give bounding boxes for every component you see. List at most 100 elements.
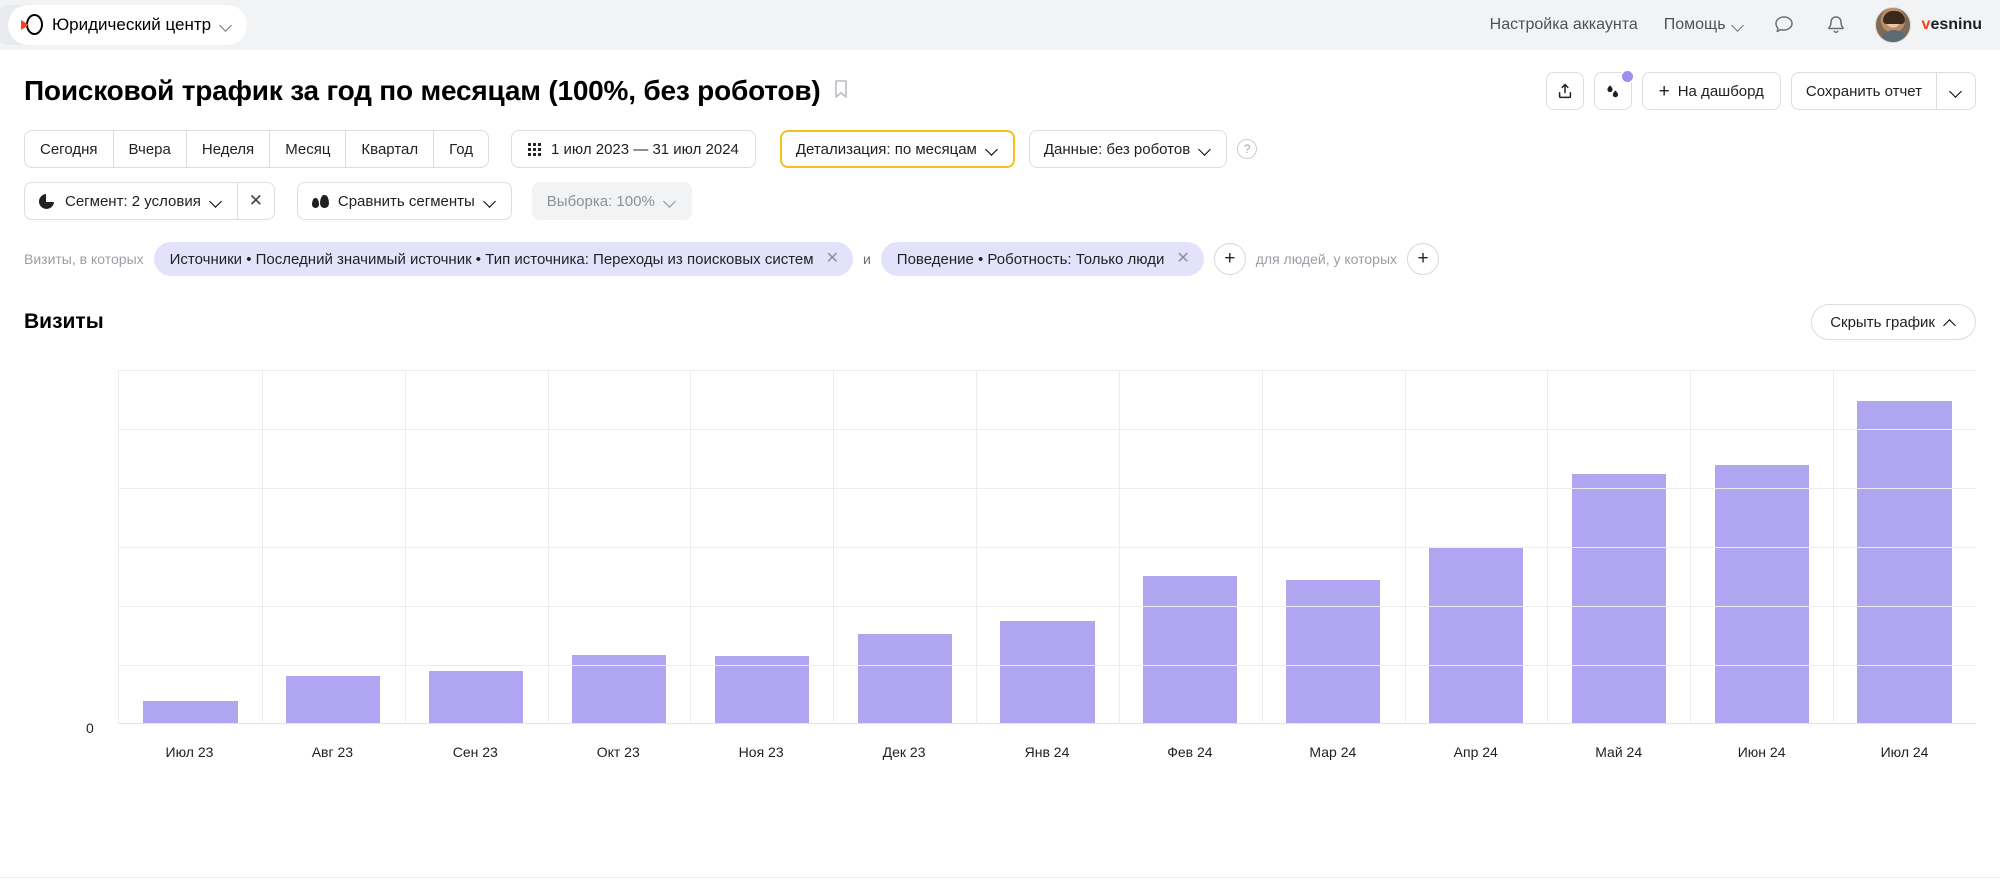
chart-x-label: Июл 24 xyxy=(1833,744,1976,760)
sampling-label: Выборка: 100% xyxy=(547,193,655,210)
chart-vertical-gridline xyxy=(690,370,691,724)
chart-bar[interactable] xyxy=(286,676,380,724)
detail-level-label: Детализация: по месяцам xyxy=(796,141,977,158)
chart-bar[interactable] xyxy=(1715,465,1809,724)
chart-gridline xyxy=(119,370,1976,371)
sampling-dropdown[interactable]: Выборка: 100% xyxy=(532,182,692,220)
page-title: Поисковой трафик за год по месяцам (100%… xyxy=(24,75,820,107)
segment-dropdown[interactable]: Сегмент: 2 условия xyxy=(24,182,237,220)
chart-x-label: Фев 24 xyxy=(1118,744,1261,760)
close-x-icon[interactable]: ✕ xyxy=(1176,251,1189,267)
compare-segments-label: Сравнить сегменты xyxy=(338,193,475,210)
chart-bar[interactable] xyxy=(1857,401,1951,724)
chart-gridline xyxy=(119,488,1976,489)
report-panel: Поисковой трафик за год по месяцам (100%… xyxy=(0,50,2000,782)
chart-x-label: Июл 23 xyxy=(118,744,261,760)
report-actions: + На дашборд Сохранить отчет xyxy=(1546,72,1976,110)
period-controls-row: Сегодня Вчера Неделя Месяц Квартал Год 1… xyxy=(24,130,1976,168)
chart-bar[interactable] xyxy=(1286,580,1380,724)
account-settings-link[interactable]: Настройка аккаунта xyxy=(1490,16,1638,34)
share-upload-icon[interactable] xyxy=(1546,72,1584,110)
chart-bar[interactable] xyxy=(1572,474,1666,724)
hide-chart-label: Скрыть график xyxy=(1830,314,1935,331)
save-report-button[interactable]: Сохранить отчет xyxy=(1791,72,1936,110)
filter-conjunction: и xyxy=(863,251,871,267)
close-x-icon: ✕ xyxy=(249,191,263,211)
chart-vertical-gridline xyxy=(1833,370,1834,724)
chart-x-label: Июн 24 xyxy=(1690,744,1833,760)
chevron-down-icon[interactable] xyxy=(220,19,233,32)
chart-header: Визиты Скрыть график xyxy=(24,304,1976,340)
plus-icon: + xyxy=(1659,82,1670,101)
save-report-dropdown-toggle[interactable] xyxy=(1936,72,1976,110)
chart-x-label: Авг 23 xyxy=(261,744,404,760)
y-axis-zero-label: 0 xyxy=(86,720,94,736)
period-preset-today[interactable]: Сегодня xyxy=(24,130,113,168)
period-preset-group: Сегодня Вчера Неделя Месяц Квартал Год xyxy=(24,130,489,168)
counter-name-label: Юридический центр xyxy=(52,15,211,35)
chart-bar[interactable] xyxy=(1429,547,1523,724)
add-visit-filter-button[interactable]: + xyxy=(1214,243,1246,275)
period-preset-week[interactable]: Неделя xyxy=(186,130,269,168)
pie-chart-icon xyxy=(39,194,54,209)
compare-segments-button[interactable]: Сравнить сегменты xyxy=(297,182,512,220)
counter-selector-pill[interactable]: Юридический центр xyxy=(8,5,247,45)
bookmark-icon[interactable] xyxy=(833,79,849,104)
notification-bell-icon[interactable] xyxy=(1823,12,1849,38)
save-report-label: Сохранить отчет xyxy=(1806,83,1922,100)
segment-controls-row: Сегмент: 2 условия ✕ Сравнить сегменты В… xyxy=(24,182,1976,220)
chart-vertical-gridline xyxy=(1262,370,1263,724)
close-x-icon[interactable]: ✕ xyxy=(826,251,839,267)
chart-x-label: Ноя 23 xyxy=(690,744,833,760)
chart-x-label: Май 24 xyxy=(1547,744,1690,760)
data-mode-dropdown[interactable]: Данные: без роботов xyxy=(1029,130,1227,168)
chart-bar[interactable] xyxy=(1000,621,1094,724)
chart-bar[interactable] xyxy=(143,701,237,724)
top-navigation-bar: legal.msk.ru • 83457967 Юридический цент… xyxy=(0,0,2000,50)
period-preset-month[interactable]: Месяц xyxy=(269,130,345,168)
chart-vertical-gridline xyxy=(1690,370,1691,724)
question-mark-icon[interactable]: ? xyxy=(1237,139,1257,159)
chevron-down-icon xyxy=(1199,143,1212,156)
notification-badge xyxy=(1620,69,1635,84)
report-title-row: Поисковой трафик за год по месяцам (100%… xyxy=(24,50,1976,110)
hide-chart-button[interactable]: Скрыть график xyxy=(1811,304,1976,340)
user-menu[interactable]: vesninu xyxy=(1875,7,1982,43)
chart-bar[interactable] xyxy=(715,656,809,724)
people-filter-label: для людей, у которых xyxy=(1256,251,1397,267)
chevron-down-icon xyxy=(664,195,677,208)
add-to-dashboard-button[interactable]: + На дашборд xyxy=(1642,72,1781,110)
period-preset-yesterday[interactable]: Вчера xyxy=(113,130,186,168)
add-people-filter-button[interactable]: + xyxy=(1407,243,1439,275)
chevron-down-icon xyxy=(986,143,999,156)
filter-chip-robotness[interactable]: Поведение • Роботность: Только люди ✕ xyxy=(881,242,1204,276)
yandex-metrica-logo-icon xyxy=(21,14,43,36)
date-range-label: 1 июл 2023 — 31 июл 2024 xyxy=(551,141,739,158)
compare-drops-icon[interactable] xyxy=(1594,72,1632,110)
page-bottom-strip xyxy=(0,877,2000,891)
chevron-down-icon xyxy=(210,195,223,208)
chart-x-label: Апр 24 xyxy=(1404,744,1547,760)
save-report-split-button: Сохранить отчет xyxy=(1791,72,1976,110)
period-preset-quarter[interactable]: Квартал xyxy=(345,130,433,168)
detail-level-dropdown[interactable]: Детализация: по месяцам xyxy=(780,130,1015,168)
filter-chip-source[interactable]: Источники • Последний значимый источник … xyxy=(154,242,853,276)
chart-vertical-gridline xyxy=(548,370,549,724)
chart-gridline xyxy=(119,429,1976,430)
date-range-picker[interactable]: 1 июл 2023 — 31 июл 2024 xyxy=(511,130,756,168)
chart-gridline xyxy=(119,547,1976,548)
chart-bar[interactable] xyxy=(858,634,952,724)
period-preset-year[interactable]: Год xyxy=(433,130,489,168)
chart-gridline xyxy=(119,606,1976,607)
chat-bubble-icon[interactable] xyxy=(1771,12,1797,38)
chart-vertical-gridline xyxy=(833,370,834,724)
chart-bar[interactable] xyxy=(429,671,523,724)
chart-x-axis-labels: Июл 23Авг 23Сен 23Окт 23Ноя 23Дек 23Янв … xyxy=(118,744,1976,760)
help-menu[interactable]: Помощь xyxy=(1664,16,1745,34)
chart-bar[interactable] xyxy=(1143,576,1237,724)
chart-vertical-gridline xyxy=(1405,370,1406,724)
chart-heading: Визиты xyxy=(24,310,104,334)
clear-segment-button[interactable]: ✕ xyxy=(237,182,275,220)
segment-label: Сегмент: 2 условия xyxy=(65,193,201,210)
chevron-down-icon xyxy=(1950,85,1963,98)
